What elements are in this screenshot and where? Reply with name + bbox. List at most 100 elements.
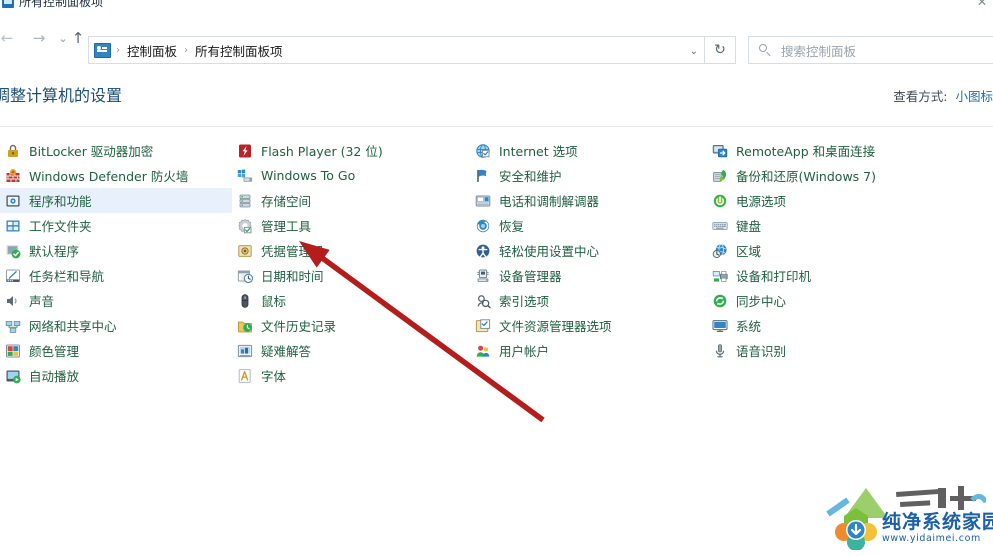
security-maintenance-icon: [475, 168, 491, 184]
control-panel-item[interactable]: Internet 选项: [470, 138, 710, 163]
close-icon[interactable]: ✕: [977, 0, 987, 12]
phone-modem-icon: [475, 193, 491, 209]
color-management-icon: [5, 343, 21, 359]
control-panel-item[interactable]: 用户帐户: [470, 338, 710, 363]
speech-recognition-icon: [712, 343, 728, 359]
control-panel-item-label: 恢复: [499, 219, 525, 234]
power-options-icon: [712, 193, 728, 209]
bitlocker-icon: [5, 143, 21, 159]
search-placeholder: 搜索控制面板: [781, 43, 857, 59]
control-panel-item-label: Windows Defender 防火墙: [29, 169, 189, 184]
forward-button[interactable]: →: [28, 27, 50, 49]
control-panel-item[interactable]: 文件资源管理器选项: [470, 313, 710, 338]
control-panel-item[interactable]: 默认程序: [0, 238, 232, 263]
control-panel-item[interactable]: RemoteApp 和桌面连接: [707, 138, 993, 163]
view-by-value[interactable]: 小图标: [955, 86, 993, 105]
programs-features-icon: [5, 193, 21, 209]
control-panel-item[interactable]: 电源选项: [707, 188, 993, 213]
device-manager-icon: [475, 268, 491, 284]
credential-manager-icon: [237, 243, 253, 259]
control-panel-item[interactable]: 文件历史记录: [232, 313, 470, 338]
control-panel-item[interactable]: 网络和共享中心: [0, 313, 232, 338]
control-panel-item[interactable]: 鼠标: [232, 288, 470, 313]
control-panel-item-label: BitLocker 驱动器加密: [29, 144, 154, 159]
control-panel-item-label: 自动播放: [29, 369, 80, 384]
control-panel-item-label: 工作文件夹: [29, 219, 92, 234]
window-title-bar: 所有控制面板项 ✕: [0, 0, 993, 13]
firewall-icon: [5, 168, 21, 184]
mouse-icon: [237, 293, 253, 309]
view-by-label: 查看方式:: [893, 89, 948, 104]
control-panel-item[interactable]: 管理工具: [232, 213, 470, 238]
control-panel-item-label: 文件资源管理器选项: [499, 319, 612, 334]
control-panel-item-label: 用户帐户: [499, 344, 550, 359]
file-history-icon: [237, 318, 253, 334]
control-panel-item[interactable]: 设备和打印机: [707, 263, 993, 288]
control-panel-item[interactable]: Windows Defender 防火墙: [0, 163, 232, 188]
control-panel-item[interactable]: 字体: [232, 363, 470, 388]
control-panel-item[interactable]: 任务栏和导航: [0, 263, 232, 288]
address-bar[interactable]: › 控制面板 › 所有控制面板项 ⌄: [88, 36, 704, 64]
control-panel-item-label: 鼠标: [261, 294, 287, 309]
control-panel-item-label: Internet 选项: [499, 144, 578, 159]
control-panel-item-grid: BitLocker 驱动器加密 Windows Defender 防火墙程序和功能…: [0, 138, 993, 418]
control-panel-item[interactable]: 恢复: [470, 213, 710, 238]
navigation-toolbar: ← → ⌄ ↑ › 控制面板 › 所有控制面板项 ⌄ ↻ 搜索控制面板: [0, 14, 993, 64]
control-panel-item[interactable]: 安全和维护: [470, 163, 710, 188]
watermark-logo-icon: [835, 508, 877, 550]
control-panel-item[interactable]: 程序和功能: [0, 188, 232, 213]
control-panel-item-label: 区域: [736, 244, 762, 259]
control-panel-item[interactable]: 声音: [0, 288, 232, 313]
control-panel-item[interactable]: 语音识别: [707, 338, 993, 363]
control-panel-item[interactable]: 自动播放: [0, 363, 232, 388]
control-panel-item[interactable]: 工作文件夹: [0, 213, 232, 238]
recovery-icon: [475, 218, 491, 234]
view-by-control: 查看方式: 小图标: [893, 86, 993, 105]
watermark: 纯净系统家园 www.yidaimei.com: [816, 478, 993, 556]
control-panel-item-label: 文件历史记录: [261, 319, 337, 334]
control-panel-item[interactable]: 同步中心: [707, 288, 993, 313]
control-panel-item[interactable]: 颜色管理: [0, 338, 232, 363]
heading-row: 调整计算机的设置 查看方式: 小图标: [0, 72, 993, 118]
control-panel-item[interactable]: 键盘: [707, 213, 993, 238]
control-panel-item[interactable]: 索引选项: [470, 288, 710, 313]
control-panel-item[interactable]: Windows To Go: [232, 163, 470, 188]
control-panel-item-label: Flash Player (32 位): [261, 144, 383, 159]
control-panel-item-label: 设备管理器: [499, 269, 562, 284]
control-panel-item[interactable]: 凭据管理器: [232, 238, 470, 263]
control-panel-item[interactable]: BitLocker 驱动器加密: [0, 138, 232, 163]
control-panel-item-label: 默认程序: [29, 244, 80, 259]
control-panel-item[interactable]: 设备管理器: [470, 263, 710, 288]
control-panel-item[interactable]: Flash Player (32 位): [232, 138, 470, 163]
date-time-icon: [237, 268, 253, 284]
control-panel-item-label: 字体: [261, 369, 287, 384]
control-panel-item[interactable]: 轻松使用设置中心: [470, 238, 710, 263]
control-panel-item[interactable]: 备份和还原(Windows 7): [707, 163, 993, 188]
refresh-button[interactable]: ↻: [704, 36, 736, 64]
keyboard-icon: [712, 218, 728, 234]
remoteapp-icon: [712, 143, 728, 159]
item-column-2: Flash Player (32 位) Windows To Go 存储空间 管理工具…: [232, 138, 470, 388]
control-panel-item[interactable]: 电话和调制解调器: [470, 188, 710, 213]
chevron-down-icon[interactable]: ⌄: [690, 46, 698, 57]
item-column-1: BitLocker 驱动器加密 Windows Defender 防火墙程序和功能…: [0, 138, 232, 388]
breadcrumb-control-panel[interactable]: 控制面板: [125, 41, 179, 60]
control-panel-item[interactable]: 区域: [707, 238, 993, 263]
control-panel-item[interactable]: 疑难解答: [232, 338, 470, 363]
control-panel-item-label: 同步中心: [736, 294, 787, 309]
system-icon: [712, 318, 728, 334]
search-input[interactable]: 搜索控制面板: [748, 36, 993, 64]
control-panel-item-label: 凭据管理器: [261, 244, 324, 259]
watermark-main: 纯净系统家园 www.yidaimei.com: [834, 506, 993, 550]
flash-player-icon: [237, 143, 253, 159]
windows-to-go-icon: [237, 168, 253, 184]
control-panel-item[interactable]: 系统: [707, 313, 993, 338]
item-column-4: RemoteApp 和桌面连接 备份和还原(Windows 7) 电源选项 键盘区域设…: [707, 138, 993, 363]
breadcrumb-all-items[interactable]: 所有控制面板项: [193, 41, 285, 60]
control-panel-item[interactable]: 日期和时间: [232, 263, 470, 288]
control-panel-item-label: 网络和共享中心: [29, 319, 117, 334]
file-explorer-options-icon: [475, 318, 491, 334]
watermark-title: 纯净系统家园: [882, 511, 993, 533]
control-panel-item[interactable]: 存储空间: [232, 188, 470, 213]
back-button[interactable]: ←: [0, 27, 18, 49]
